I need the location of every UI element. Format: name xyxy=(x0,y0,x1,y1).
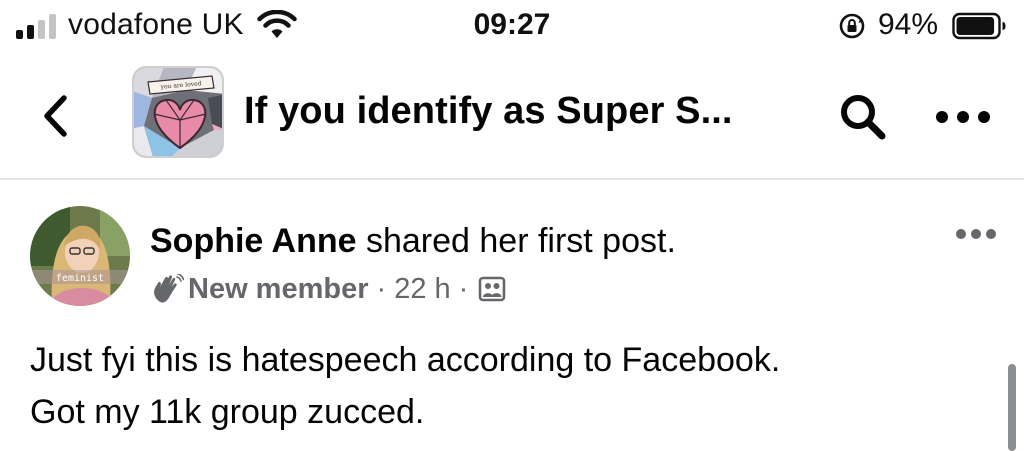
group-avatar[interactable]: you are loved xyxy=(132,66,224,158)
group-title[interactable]: If you identify as Super S... xyxy=(244,90,733,133)
new-member-wave-icon xyxy=(154,274,184,303)
group-header: you are loved If you identify as Super S… xyxy=(0,52,1024,180)
author-avatar[interactable]: feminist xyxy=(30,206,130,306)
post-body: Just fyi this is hatespeech according to… xyxy=(30,334,990,438)
scrollbar-thumb[interactable] xyxy=(1008,364,1016,451)
author-name[interactable]: Sophie Anne xyxy=(150,222,357,260)
new-member-badge[interactable]: New member xyxy=(188,273,369,306)
post-action-text: shared her first post. xyxy=(356,222,676,260)
meta-separator: · xyxy=(458,272,469,305)
status-time: 09:27 xyxy=(473,8,551,41)
post-meta: New member · 22 h · xyxy=(150,272,506,306)
stained-glass-heart-image: you are loved xyxy=(134,68,222,156)
status-bar: vodafone UK 09:27 94% xyxy=(0,0,1024,52)
post-header: Sophie Anne shared her first post. xyxy=(150,222,676,261)
audience-group-icon[interactable] xyxy=(478,275,506,303)
svg-text:feminist: feminist xyxy=(56,273,104,284)
post-card: feminist Sophie Anne shared her first po… xyxy=(0,182,1024,451)
facebook-group-post-screen: vodafone UK 09:27 94% you are loved If y… xyxy=(0,0,1024,451)
battery-icon xyxy=(952,12,1006,40)
battery-percentage: 94% xyxy=(878,8,939,41)
post-more-icon[interactable] xyxy=(954,224,998,244)
meta-separator: · xyxy=(376,272,387,305)
post-text-line: Just fyi this is hatespeech according to… xyxy=(30,341,781,379)
orientation-lock-icon xyxy=(839,13,865,39)
back-chevron-icon[interactable] xyxy=(36,92,76,140)
profile-photo: feminist xyxy=(30,206,130,306)
search-icon[interactable] xyxy=(836,90,890,144)
post-time[interactable]: 22 h xyxy=(394,273,450,306)
post-text-line: Got my 11k group zucced. xyxy=(30,393,425,431)
more-dots-icon[interactable] xyxy=(932,104,994,130)
